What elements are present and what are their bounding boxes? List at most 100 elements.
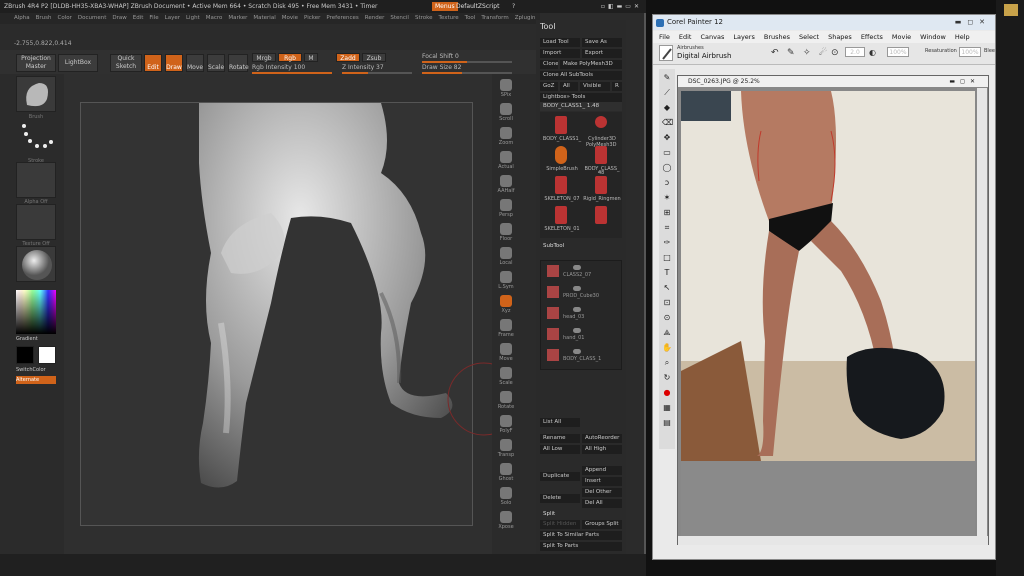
menus-button[interactable]: Menus bbox=[432, 2, 458, 11]
load-tool-button[interactable]: Load Tool bbox=[540, 38, 580, 47]
shelf-polyf-button[interactable]: PolyF bbox=[496, 414, 516, 436]
paper-selector-icon[interactable]: ▦ bbox=[662, 403, 672, 413]
shelf-rotate-button[interactable]: Rotate bbox=[496, 390, 516, 412]
lightbox-button[interactable]: LightBox bbox=[58, 54, 98, 72]
brush-ghost-icon[interactable]: ✎ bbox=[787, 48, 795, 58]
zbrush-menu-light[interactable]: Light bbox=[186, 15, 200, 21]
painter-menu-help[interactable]: Help bbox=[955, 33, 970, 41]
brush-thumbnail[interactable] bbox=[16, 76, 56, 112]
draw-button[interactable]: Draw bbox=[165, 54, 183, 72]
zbrush-menu-picker[interactable]: Picker bbox=[304, 15, 320, 21]
painter-menu-select[interactable]: Select bbox=[799, 33, 819, 41]
m-button[interactable]: M bbox=[304, 53, 318, 62]
autoreorder-button[interactable]: AutoReorder bbox=[582, 434, 622, 443]
shelf-local-button[interactable]: Local bbox=[496, 246, 516, 268]
shelf-spix-button[interactable]: SPix bbox=[496, 78, 516, 100]
stroke-type-icon[interactable]: ✧ bbox=[803, 48, 811, 58]
lasso-icon[interactable]: ↄ bbox=[662, 178, 672, 188]
rectangle-shape-icon[interactable]: □ bbox=[662, 253, 672, 263]
shelf-ghost-button[interactable]: Ghost bbox=[496, 462, 516, 484]
tool-thumbnail[interactable]: SKELETON_01 bbox=[542, 206, 580, 236]
zbrush-menu-stencil[interactable]: Stencil bbox=[390, 15, 409, 21]
mirror-icon[interactable]: ⊙ bbox=[662, 313, 672, 323]
brush-category[interactable]: Airbrushes bbox=[677, 45, 704, 51]
shelf-solo-button[interactable]: Solo bbox=[496, 486, 516, 508]
grabber-icon[interactable]: ✋ bbox=[662, 343, 672, 353]
clone-all-subtools-button[interactable]: Clone All SubTools bbox=[540, 71, 622, 80]
subtool-row[interactable]: CLASS2_07 bbox=[547, 263, 623, 283]
subtool-row[interactable]: PROD_Cube30 bbox=[547, 284, 623, 304]
goz-visible-button[interactable]: Visible bbox=[580, 82, 610, 91]
painter-menu-layers[interactable]: Layers bbox=[733, 33, 755, 41]
oval-select-icon[interactable]: ◯ bbox=[662, 163, 672, 173]
shelf-floor-button[interactable]: Floor bbox=[496, 222, 516, 244]
shelf-scroll-button[interactable]: Scroll bbox=[496, 102, 516, 124]
color-picker[interactable] bbox=[16, 290, 56, 334]
horizontal-scrollbar[interactable] bbox=[678, 536, 988, 545]
clone-button[interactable]: Clone bbox=[540, 60, 558, 69]
zbrush-menu-tool[interactable]: Tool bbox=[465, 15, 476, 21]
switch-color-button[interactable]: SwitchColor bbox=[16, 367, 56, 373]
projection-master-button[interactable]: Projection Master bbox=[16, 54, 56, 72]
split-hidden-button[interactable]: Split Hidden bbox=[540, 520, 580, 529]
opacity-field[interactable]: 100% bbox=[887, 47, 909, 57]
zbrush-menu-texture[interactable]: Texture bbox=[439, 15, 459, 21]
folder-icon[interactable] bbox=[1004, 4, 1018, 16]
current-tool-slider[interactable]: BODY_CLASS1_ 1.48 bbox=[540, 102, 622, 111]
zbrush-menu-transform[interactable]: Transform bbox=[481, 15, 508, 21]
painter-menu-shapes[interactable]: Shapes bbox=[828, 33, 852, 41]
edit-button[interactable]: Edit bbox=[144, 54, 162, 72]
zadd-button[interactable]: Zadd bbox=[336, 53, 360, 62]
resaturation-field[interactable]: 100% bbox=[959, 47, 981, 57]
mrgb-button[interactable]: Mrgb bbox=[252, 53, 276, 62]
move-button[interactable]: Move bbox=[186, 54, 204, 72]
painter-menu-canvas[interactable]: Canvas bbox=[700, 33, 724, 41]
tool-thumbnail[interactable]: SKELETON_07 bbox=[542, 176, 580, 206]
zbrush-menu-alpha[interactable]: Alpha bbox=[14, 15, 30, 21]
zbrush-menu-stroke[interactable]: Stroke bbox=[415, 15, 433, 21]
shelf-persp-button[interactable]: Persp bbox=[496, 198, 516, 220]
shelf-zoom-button[interactable]: Zoom bbox=[496, 126, 516, 148]
rotate-page-icon[interactable]: ↻ bbox=[662, 373, 672, 383]
tool-thumbnail[interactable] bbox=[582, 206, 620, 236]
subtool-row[interactable]: hand_01 bbox=[547, 326, 623, 346]
main-color-swatch[interactable] bbox=[16, 346, 34, 364]
zbrush-canvas[interactable] bbox=[64, 74, 504, 554]
visibility-toggle-icon[interactable] bbox=[573, 349, 581, 354]
delete-button[interactable]: Delete bbox=[540, 494, 580, 503]
secondary-color-swatch[interactable] bbox=[38, 346, 56, 364]
paint-bucket-icon[interactable]: ◆ bbox=[662, 103, 672, 113]
subtool-row[interactable]: BODY_CLASS_1 bbox=[547, 347, 623, 367]
make-polymesh-button[interactable]: Make PolyMesh3D bbox=[560, 60, 622, 69]
visibility-toggle-icon[interactable] bbox=[573, 307, 581, 312]
zbrush-menu-edit[interactable]: Edit bbox=[133, 15, 144, 21]
lightbox-tools-button[interactable]: Lightbox» Tools bbox=[540, 93, 622, 102]
zbrush-menu-movie[interactable]: Movie bbox=[282, 15, 298, 21]
painter-menu-window[interactable]: Window bbox=[920, 33, 946, 41]
crop-icon[interactable]: ⌗ bbox=[662, 223, 672, 233]
zbrush-menu-document[interactable]: Document bbox=[78, 15, 107, 21]
painter-menu-file[interactable]: File bbox=[659, 33, 670, 41]
alpha-thumbnail[interactable] bbox=[16, 162, 56, 198]
split-header[interactable]: Split bbox=[540, 510, 622, 519]
shelf-xyz-button[interactable]: Xyz bbox=[496, 294, 516, 316]
save-as-button[interactable]: Save As bbox=[582, 38, 622, 47]
shelf-frame-button[interactable]: Frame bbox=[496, 318, 516, 340]
goz-button[interactable]: GoZ bbox=[540, 82, 558, 91]
reference-photo[interactable] bbox=[681, 91, 975, 461]
subtool-row[interactable]: head_03 bbox=[547, 305, 623, 325]
size-field[interactable]: 2.0 bbox=[845, 47, 865, 57]
focal-shift-slider[interactable] bbox=[422, 61, 512, 63]
zbrush-menu-preferences[interactable]: Preferences bbox=[326, 15, 358, 21]
zbrush-menu-draw[interactable]: Draw bbox=[112, 15, 126, 21]
visibility-toggle-icon[interactable] bbox=[573, 265, 581, 270]
shelf-move-button[interactable]: Move bbox=[496, 342, 516, 364]
painter-menu-movie[interactable]: Movie bbox=[892, 33, 911, 41]
scale-button[interactable]: Scale bbox=[207, 54, 225, 72]
zbrush-menu-color[interactable]: Color bbox=[58, 15, 72, 21]
goz-all-button[interactable]: All bbox=[560, 82, 578, 91]
dropper-tool-icon[interactable]: ⟋ bbox=[662, 88, 672, 98]
stroke-thumbnail[interactable] bbox=[16, 120, 56, 156]
insert-button[interactable]: Insert bbox=[582, 477, 622, 486]
alternate-button[interactable]: Alternate bbox=[16, 376, 56, 384]
